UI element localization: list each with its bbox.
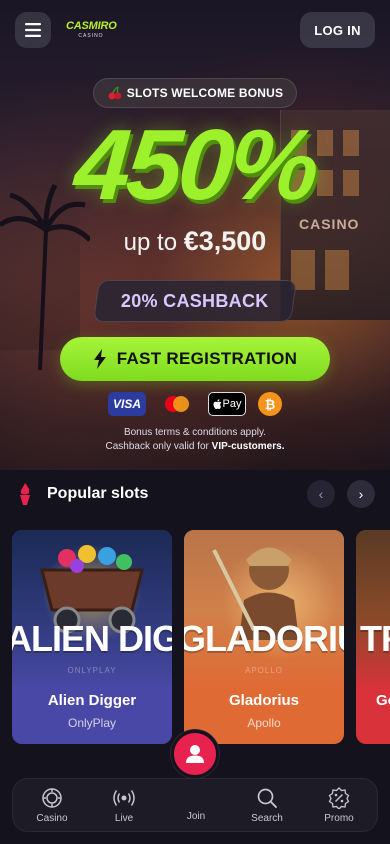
apple-pay-label: Pay: [222, 398, 242, 410]
login-button[interactable]: LOG IN: [300, 12, 375, 48]
search-icon: [257, 788, 277, 808]
payment-methods: VISA Pay ₿: [0, 392, 390, 416]
next-arrow-button[interactable]: ›: [347, 480, 375, 508]
slot-studio: Apollo: [247, 716, 281, 730]
slot-studio: OnlyPlay: [67, 716, 117, 730]
popular-slots-header: Popular slots ‹ ›: [15, 480, 375, 508]
apple-icon: [213, 398, 221, 409]
user-icon: [186, 745, 204, 763]
slot-studio-watermark: APOLLO: [244, 666, 283, 675]
join-button[interactable]: [171, 730, 219, 778]
nav-label-live: Live: [114, 813, 134, 824]
nav-label-casino: Casino: [36, 813, 68, 824]
nav-item-promo[interactable]: Promo: [304, 785, 374, 824]
fast-registration-label: FAST REGISTRATION: [116, 349, 298, 368]
bonus-label: SLOTS WELCOME BONUS: [126, 86, 284, 100]
promo-badge-icon: [328, 787, 350, 809]
cashback-badge: 20% CASHBACK: [93, 280, 297, 322]
mastercard-icon: [158, 392, 196, 416]
apple-pay-icon: Pay: [208, 392, 246, 416]
terms-vip-link: VIP-customers.: [211, 441, 285, 452]
nav-label-search: Search: [251, 813, 283, 824]
nav-item-live[interactable]: Live: [89, 785, 159, 824]
visa-icon: VISA: [108, 392, 146, 416]
slot-banner-partial: TRE: [360, 618, 390, 659]
nav-item-casino[interactable]: Casino: [17, 785, 87, 824]
nav-item-search[interactable]: Search: [232, 785, 302, 824]
bonus-terms: Bonus terms & conditions apply. Cashback…: [0, 426, 390, 454]
slot-banner-gladorius: GLADORIUS: [184, 618, 344, 659]
nav-item-join[interactable]: Join: [161, 809, 231, 822]
logo-sub: CASINO: [78, 33, 104, 39]
nav-label-join: Join: [186, 811, 206, 822]
prev-arrow-button[interactable]: ‹: [307, 480, 335, 508]
casmiro-logo[interactable]: CASMIRO CASINO: [66, 20, 117, 44]
bonus-upto: up to €3,500: [0, 226, 390, 257]
upto-prefix: up to: [123, 229, 178, 256]
slot-card-alien-digger[interactable]: ALIEN DIGGER ONLYPLAY Alien Digger OnlyP…: [12, 530, 172, 744]
slot-banner-alien-digger: ALIEN DIGGER: [12, 618, 172, 659]
cherry-icon: [108, 86, 122, 100]
hero-banner: CASINO CASMIRO CASINO LOG IN SLOTS WELCO…: [0, 0, 390, 470]
lightning-icon: [93, 349, 106, 369]
logo-name: CASMIRO: [66, 20, 117, 32]
popular-slots-title: Popular slots: [47, 485, 149, 502]
casino-chip-icon: [42, 788, 62, 808]
menu-button[interactable]: [15, 12, 51, 48]
fast-registration-button[interactable]: FAST REGISTRATION: [60, 337, 330, 381]
slot-card-partial[interactable]: TRE Go: [356, 530, 390, 744]
bottom-navigation: Casino Live Join Search Promo: [12, 778, 378, 832]
slot-name: Go: [376, 692, 390, 709]
slot-name: Gladorius: [228, 692, 299, 709]
terms-line-2: Cashback only valid for VIP-customers.: [0, 440, 390, 454]
slot-card-gladorius[interactable]: GLADORIUS APOLLO Gladorius Apollo: [184, 530, 344, 744]
slot-art-partial: [356, 530, 390, 690]
nav-label-promo: Promo: [324, 813, 354, 824]
slots-carousel: ALIEN DIGGER ONLYPLAY Alien Digger OnlyP…: [12, 530, 390, 745]
upto-amount: €3,500: [183, 226, 267, 256]
slots-welcome-bonus-badge: SLOTS WELCOME BONUS: [93, 78, 297, 108]
hamburger-menu-icon: [25, 23, 41, 37]
bonus-percent: 450%: [71, 109, 319, 221]
torch-flame-icon: [20, 483, 30, 505]
live-broadcast-icon: [113, 790, 135, 806]
cashback-label: 20% CASHBACK: [121, 290, 269, 311]
terms-line-2-prefix: Cashback only valid for: [105, 441, 209, 452]
terms-line-1: Bonus terms & conditions apply.: [123, 427, 267, 438]
carousel-arrows: ‹ ›: [307, 480, 375, 508]
bitcoin-icon: ₿: [258, 392, 282, 416]
slot-studio-watermark: ONLYPLAY: [67, 666, 117, 675]
slot-name: Alien Digger: [47, 692, 137, 709]
